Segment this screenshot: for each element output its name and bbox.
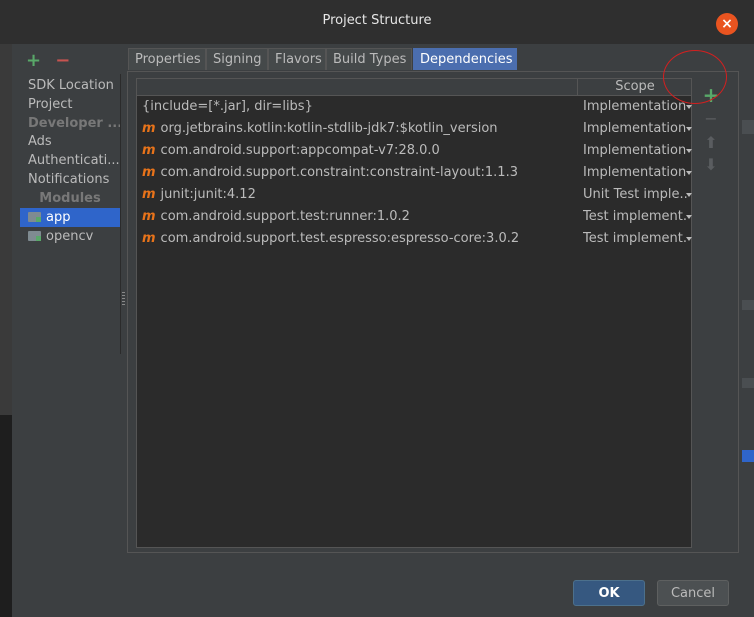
chevron-down-icon[interactable] — [686, 215, 692, 219]
dependency-text: org.jetbrains.kotlin:kotlin-stdlib-jdk7:… — [160, 121, 498, 136]
table-header: Scope — [137, 79, 691, 96]
table-row[interactable]: m com.android.support.constraint:constrai… — [137, 162, 692, 184]
tab-signing[interactable]: Signing — [206, 48, 268, 70]
table-row[interactable]: m junit:junit:4.12 Unit Test imple... — [137, 184, 692, 206]
cancel-button[interactable]: Cancel — [657, 580, 729, 606]
scope-value[interactable]: Test implement... — [583, 206, 687, 228]
background-right — [742, 0, 754, 617]
dependency-text: {include=[*.jar], dir=libs} — [142, 99, 313, 114]
window-title: Project Structure — [322, 13, 432, 28]
splitter-handle[interactable] — [122, 292, 125, 306]
tab-build-types[interactable]: Build Types — [326, 48, 412, 70]
sidebar-toolbar: + − — [26, 52, 80, 70]
scope-value[interactable]: Implementation — [583, 96, 687, 118]
table-row[interactable]: m com.android.support.test:runner:1.0.2 T… — [137, 206, 692, 228]
move-up-icon[interactable]: ⬆ — [700, 132, 722, 154]
chevron-down-icon[interactable] — [686, 149, 692, 153]
maven-icon: m — [142, 231, 156, 246]
table-row[interactable]: m com.android.support:appcompat-v7:28.0.0… — [137, 140, 692, 162]
table-row[interactable]: m org.jetbrains.kotlin:kotlin-stdlib-jdk7… — [137, 118, 692, 140]
dependency-name: m com.android.support.test.espresso:espre… — [142, 228, 519, 250]
chevron-down-icon[interactable] — [686, 237, 692, 241]
dependency-name: {include=[*.jar], dir=libs} — [142, 96, 313, 118]
dependency-text: com.android.support.test.espresso:espres… — [160, 231, 520, 246]
dependency-name: m com.android.support:appcompat-v7:28.0.0 — [142, 140, 440, 162]
background-left-dark — [0, 415, 12, 617]
dependencies-panel: Scope {include=[*.jar], dir=libs} Implem… — [127, 71, 739, 553]
title-bar: Project Structure × — [0, 0, 754, 44]
dependency-name: m junit:junit:4.12 — [142, 184, 256, 206]
scope-value[interactable]: Implementation — [583, 162, 687, 184]
tab-flavors[interactable]: Flavors — [268, 48, 326, 70]
dependency-text: com.android.support.test:runner:1.0.2 — [160, 209, 410, 224]
sidebar-border — [20, 74, 121, 354]
dependency-text: junit:junit:4.12 — [160, 187, 256, 202]
sidebar-remove-icon[interactable]: − — [55, 52, 70, 70]
maven-icon: m — [142, 187, 156, 202]
chevron-down-icon[interactable] — [686, 193, 692, 197]
scope-value[interactable]: Implementation — [583, 118, 687, 140]
maven-icon: m — [142, 143, 156, 158]
highlight-circle-annotation — [663, 50, 727, 104]
chevron-down-icon[interactable] — [686, 171, 692, 175]
scope-value[interactable]: Test implement... — [583, 228, 687, 250]
table-row[interactable]: m com.android.support.test.espresso:espre… — [137, 228, 692, 250]
ok-button[interactable]: OK — [573, 580, 645, 606]
dependency-text: com.android.support:appcompat-v7:28.0.0 — [160, 143, 440, 158]
dependency-name: m org.jetbrains.kotlin:kotlin-stdlib-jdk7… — [142, 118, 498, 140]
dependency-name: m com.android.support.constraint:constrai… — [142, 162, 518, 184]
dependency-name: m com.android.support.test:runner:1.0.2 — [142, 206, 410, 228]
close-icon: × — [721, 16, 733, 32]
chevron-down-icon[interactable] — [686, 105, 692, 109]
tab-properties[interactable]: Properties — [128, 48, 206, 70]
table-row[interactable]: {include=[*.jar], dir=libs} Implementati… — [137, 96, 692, 118]
maven-icon: m — [142, 121, 156, 136]
project-structure-dialog: + − SDK Location Project Developer ... A… — [12, 44, 742, 617]
move-down-icon[interactable]: ⬇ — [700, 154, 722, 176]
remove-dependency-icon[interactable]: − — [700, 108, 722, 130]
chevron-down-icon[interactable] — [686, 127, 692, 131]
close-button[interactable]: × — [716, 13, 738, 35]
maven-icon: m — [142, 209, 156, 224]
scope-value[interactable]: Implementation — [583, 140, 687, 162]
dependency-text: com.android.support.constraint:constrain… — [160, 165, 518, 180]
maven-icon: m — [142, 165, 156, 180]
scope-value[interactable]: Unit Test imple... — [583, 184, 687, 206]
dependencies-table: Scope {include=[*.jar], dir=libs} Implem… — [136, 78, 692, 548]
sidebar-add-icon[interactable]: + — [26, 52, 41, 70]
tab-dependencies[interactable]: Dependencies — [413, 48, 517, 70]
